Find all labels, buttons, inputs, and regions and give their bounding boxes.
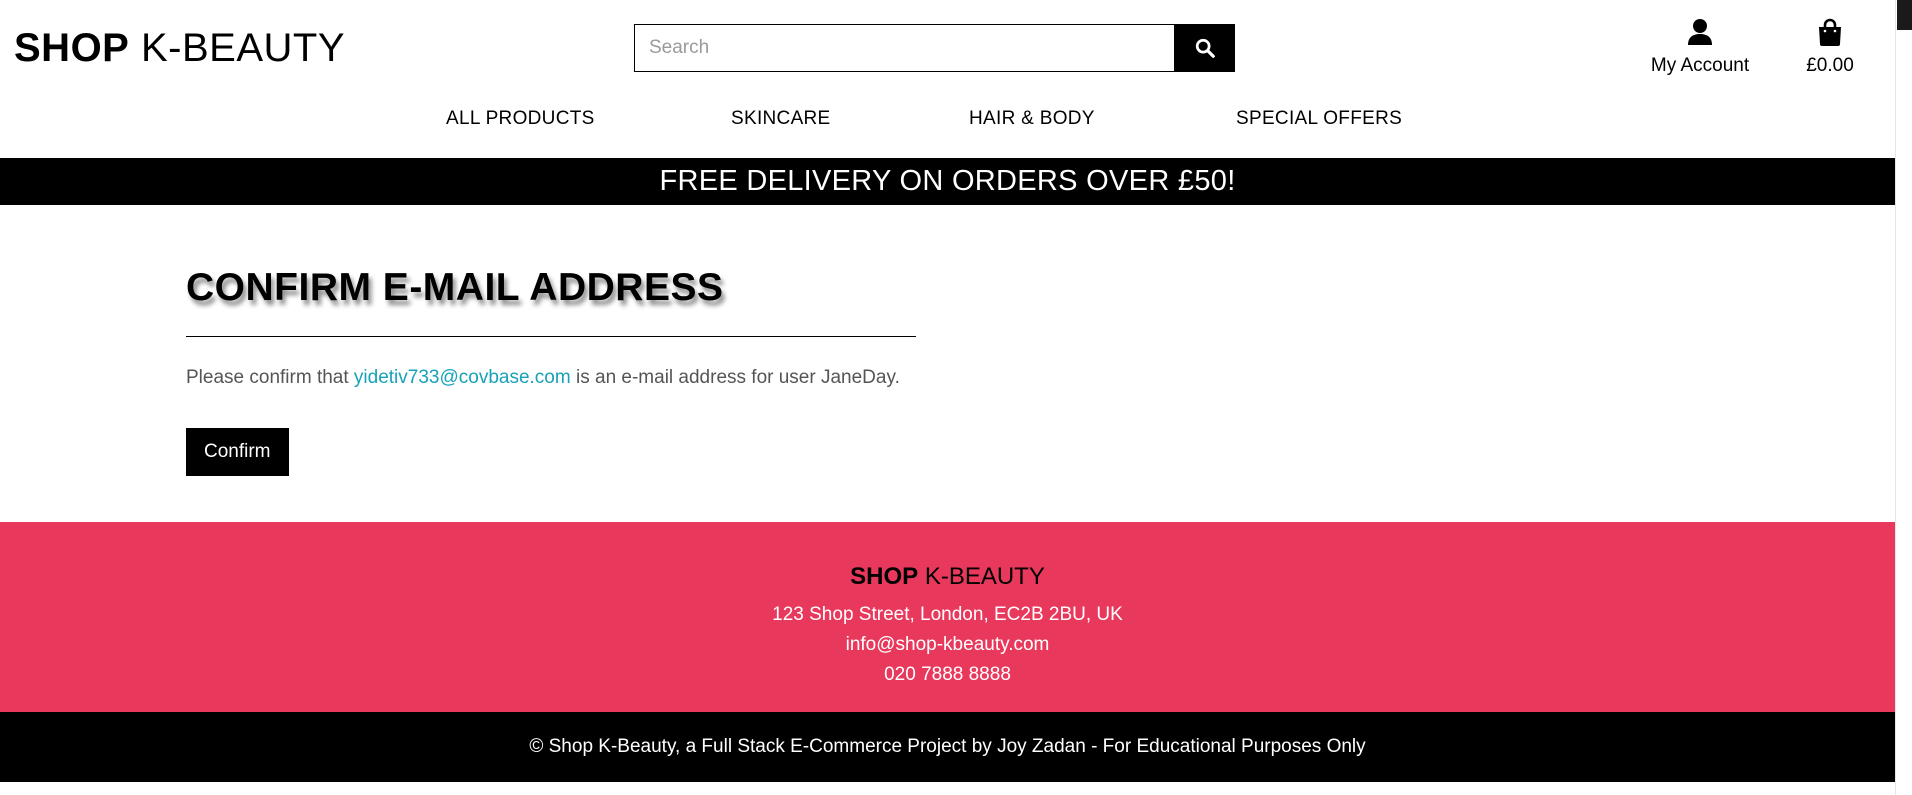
footer-email[interactable]: info@shop-kbeauty.com	[0, 630, 1895, 660]
my-account-link[interactable]: My Account	[1640, 18, 1760, 77]
nav-item-special-offers[interactable]: SPECIAL OFFERS	[1236, 108, 1402, 130]
shopping-bag-icon	[1819, 18, 1841, 46]
nav-item-hair-body[interactable]: HAIR & BODY	[969, 108, 1095, 130]
confirm-text-before: Please confirm that	[186, 367, 354, 388]
confirm-button[interactable]: Confirm	[186, 428, 289, 476]
site-header: SHOP K-BEAUTY My Account	[0, 0, 1895, 158]
footer-address: 123 Shop Street, London, EC2B 2BU, UK	[772, 604, 1123, 625]
shopping-bag-link[interactable]: £0.00	[1790, 18, 1870, 77]
delivery-banner: FREE DELIVERY ON ORDERS OVER £50!	[0, 158, 1895, 205]
footer-logo-bold: SHOP	[850, 563, 919, 590]
site-logo[interactable]: SHOP K-BEAUTY	[14, 22, 345, 74]
search-button[interactable]	[1174, 24, 1235, 72]
logo-bold-text: SHOP	[14, 26, 130, 70]
logo-light-text: K-BEAUTY	[140, 26, 346, 70]
page-title: CONFIRM E-MAIL ADDRESS	[186, 266, 724, 309]
scrollbar-thumb[interactable]	[1897, 0, 1912, 30]
search-icon	[1195, 38, 1215, 58]
copyright-bar: © Shop K-Beauty, a Full Stack E-Commerce…	[0, 712, 1895, 782]
page: SHOP K-BEAUTY My Account	[0, 0, 1895, 795]
site-footer: SHOP K-BEAUTY 123 Shop Street, London, E…	[0, 522, 1895, 712]
search-form	[634, 24, 1235, 72]
user-icon	[1688, 19, 1712, 45]
confirm-message: Please confirm that yidetiv733@covbase.c…	[186, 367, 986, 389]
footer-phone: 020 7888 8888	[884, 664, 1011, 685]
bag-total: £0.00	[1806, 55, 1854, 76]
my-account-label: My Account	[1650, 55, 1750, 76]
nav-item-all-products[interactable]: ALL PRODUCTS	[446, 108, 595, 130]
title-divider	[186, 336, 916, 337]
confirm-text-after: is an e-mail address for user JaneDay.	[570, 367, 900, 388]
nav-item-skincare[interactable]: SKINCARE	[731, 108, 831, 130]
footer-logo[interactable]: SHOP K-BEAUTY	[0, 562, 1895, 592]
search-input[interactable]	[634, 24, 1174, 72]
footer-logo-light: K-BEAUTY	[924, 563, 1045, 590]
main-nav: ALL PRODUCTS SKINCARE HAIR & BODY SPECIA…	[0, 108, 1895, 140]
main-content: CONFIRM E-MAIL ADDRESS Please confirm th…	[186, 260, 986, 476]
email-link[interactable]: yidetiv733@covbase.com	[354, 367, 571, 388]
scrollbar-track[interactable]	[1895, 0, 1912, 795]
